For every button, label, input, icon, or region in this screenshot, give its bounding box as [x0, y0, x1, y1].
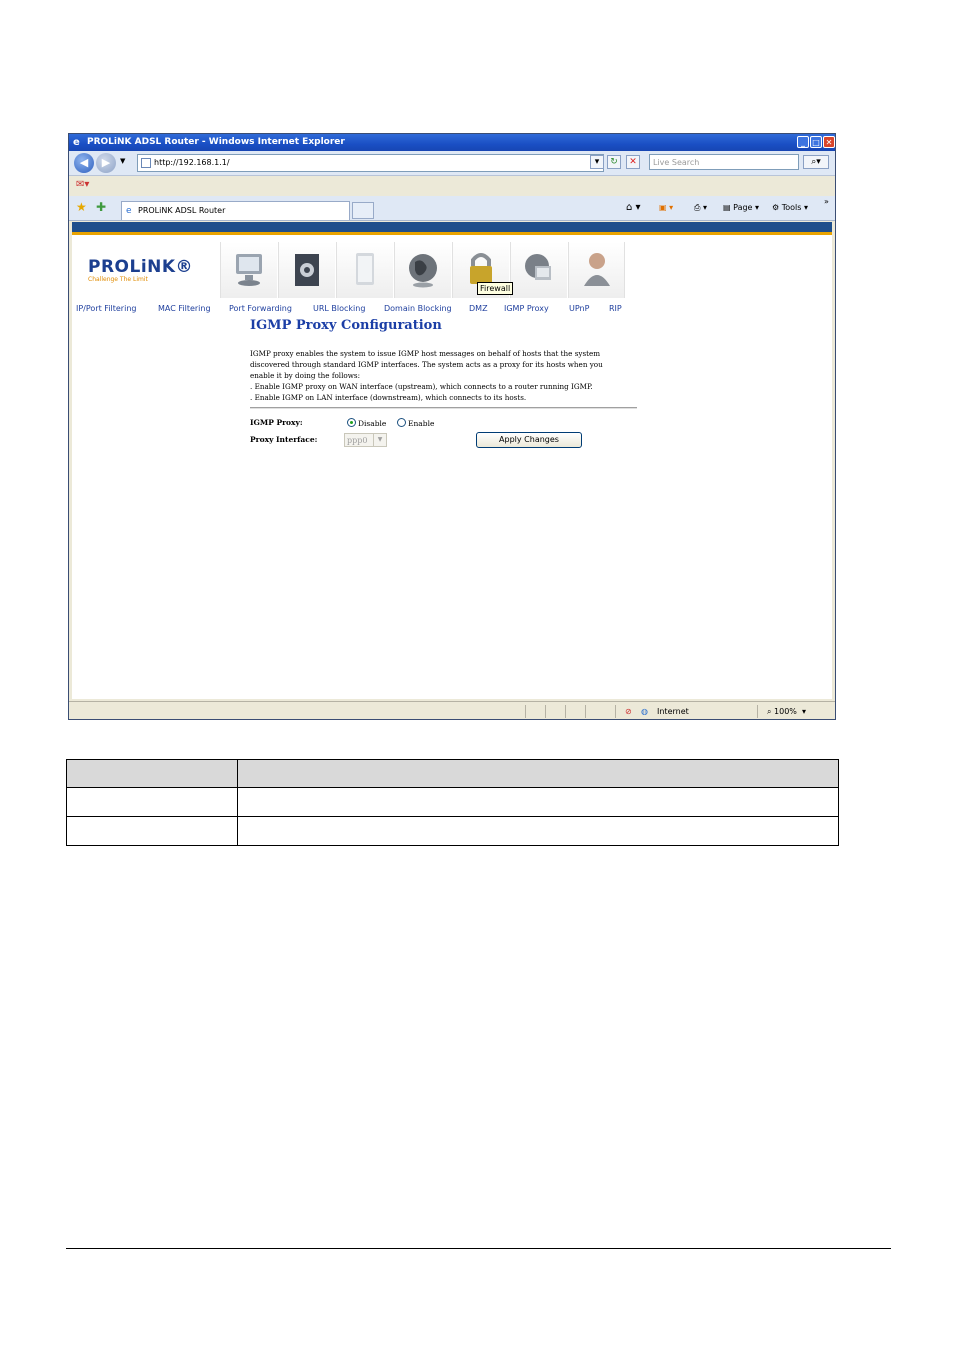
window-title: PROLiNK ADSL Router - Windows Internet E…	[87, 137, 345, 147]
table-cell	[66, 816, 238, 846]
proxy-interface-select[interactable]: ppp0 ▼	[344, 433, 387, 447]
zoom-control[interactable]: ⌕ 100% ▾	[767, 702, 806, 719]
table-cell	[236, 787, 840, 817]
enable-radio-label: Enable	[408, 419, 435, 428]
igmp-form: IGMP Proxy: Disable Enable Proxy Interfa…	[250, 409, 640, 449]
stop-icon[interactable]: ✕	[626, 155, 640, 169]
logo-slogan: Challenge The Limit	[88, 276, 148, 283]
user-admin-icon[interactable]	[568, 242, 625, 298]
footer-rule	[66, 1248, 891, 1249]
parameter-table	[66, 759, 840, 846]
internet-zone-icon: ◍	[641, 707, 648, 716]
firewall-tooltip: Firewall	[477, 282, 514, 295]
zone-label: Internet	[657, 707, 689, 716]
page-menu-label: Page	[733, 203, 753, 212]
subnav-rip[interactable]: RIP	[609, 302, 622, 316]
address-field[interactable]: http://192.168.1.1/	[137, 154, 604, 172]
search-input[interactable]: Live Search	[649, 154, 799, 170]
subnav-upnp[interactable]: UPnP	[569, 302, 589, 316]
maintenance-icon[interactable]	[510, 242, 567, 298]
address-text: http://192.168.1.1/	[154, 158, 230, 167]
search-icon[interactable]: ⌕▾	[803, 155, 829, 169]
page-title: IGMP Proxy Configuration	[250, 318, 442, 333]
address-bar-row: ◀ ▶ ▼ http://192.168.1.1/ ▾ ↻ ✕ Live Sea…	[69, 151, 835, 176]
disable-radio-label: Disable	[358, 419, 387, 428]
zoom-level: 100%	[774, 707, 797, 716]
firewall-subnav: IP/Port Filtering MAC Filtering Port For…	[72, 302, 832, 316]
protected-mode-icon: ⊘	[625, 707, 632, 716]
top-stripe	[72, 222, 832, 235]
subnav-igmp-proxy[interactable]: IGMP Proxy	[504, 302, 549, 316]
subnav-url-blocking[interactable]: URL Blocking	[313, 302, 365, 316]
add-favorite-icon[interactable]: ✚	[96, 200, 106, 214]
prolink-logo: PROLiNK® Challenge The Limit	[88, 257, 193, 283]
description-line: discovered through standard IGMP interfa…	[250, 360, 603, 369]
table-cell	[66, 759, 238, 788]
apply-changes-button[interactable]: Apply Changes	[476, 432, 582, 448]
page-icon	[141, 157, 151, 168]
page-viewport: PROLiNK® Challenge The Limit Firewall IP…	[72, 222, 832, 699]
recent-pages-dropdown-icon[interactable]: ▼	[120, 157, 125, 165]
favorites-star-icon[interactable]: ★	[76, 200, 87, 214]
igmp-proxy-panel: IGMP Proxy Configuration IGMP proxy enab…	[250, 318, 640, 449]
table-cell	[236, 759, 840, 788]
browser-window: e PROLiNK ADSL Router - Windows Internet…	[68, 133, 836, 720]
links-row: ✉▾	[69, 176, 835, 194]
ie-page-icon: e	[126, 206, 132, 216]
table-row	[66, 787, 840, 817]
router-banner: PROLiNK® Challenge The Limit Firewall	[72, 242, 832, 300]
subnav-port-forwarding[interactable]: Port Forwarding	[229, 302, 292, 316]
enable-radio[interactable]	[397, 418, 406, 427]
subnav-dmz[interactable]: DMZ	[469, 302, 488, 316]
igmp-description: IGMP proxy enables the system to issue I…	[250, 348, 640, 403]
chevron-down-icon: ▼	[373, 434, 386, 446]
table-cell	[236, 816, 840, 846]
advanced-icon[interactable]	[336, 242, 393, 298]
maximize-button[interactable]: □	[810, 136, 822, 148]
disable-radio[interactable]	[347, 418, 356, 427]
table-header-row	[66, 759, 840, 788]
description-line: enable it by doing the follows:	[250, 371, 360, 380]
description-line: . Enable IGMP proxy on WAN interface (up…	[250, 382, 593, 391]
table-row	[66, 816, 840, 846]
status-bar: ⊘ ◍ Internet ⌕ 100% ▾	[69, 701, 835, 719]
back-button[interactable]: ◀	[74, 153, 94, 173]
description-line: . Enable IGMP on LAN interface (downstre…	[250, 393, 527, 402]
print-icon[interactable]: ⎙ ▾	[694, 202, 707, 214]
proxy-interface-label: Proxy Interface:	[250, 435, 318, 444]
tools-menu[interactable]: ⚙ Tools ▾	[772, 202, 808, 214]
internet-globe-icon[interactable]	[394, 242, 451, 298]
new-tab-button[interactable]	[352, 202, 374, 219]
subnav-domain-blocking[interactable]: Domain Blocking	[384, 302, 452, 316]
rss-feed-icon[interactable]: ▣ ▾	[659, 202, 673, 214]
feed-icon[interactable]: ✉▾	[76, 179, 89, 190]
tools-menu-label: Tools	[781, 203, 802, 212]
chevron-more-icon[interactable]: »	[824, 196, 829, 208]
refresh-icon[interactable]: ↻	[607, 155, 621, 169]
ie-logo-icon: e	[73, 137, 80, 148]
forward-button[interactable]: ▶	[96, 153, 116, 173]
description-line: IGMP proxy enables the system to issue I…	[250, 349, 601, 358]
subnav-ip-port-filtering[interactable]: IP/Port Filtering	[76, 302, 136, 316]
tab-prolink[interactable]: e PROLiNK ADSL Router	[121, 201, 350, 220]
table-cell	[66, 787, 238, 817]
page-menu[interactable]: ▤ Page ▾	[723, 202, 759, 214]
logo-brand: PROLiNK®	[88, 257, 194, 277]
minimize-button[interactable]: _	[797, 136, 809, 148]
address-dropdown-icon[interactable]: ▾	[590, 155, 604, 169]
tab-row: ★ ✚ e PROLiNK ADSL Router ⌂ ▾ ▣ ▾ ⎙ ▾ ▤ …	[69, 196, 835, 221]
close-button[interactable]: ✕	[823, 136, 835, 148]
proxy-interface-value: ppp0	[347, 436, 368, 445]
subnav-mac-filtering[interactable]: MAC Filtering	[158, 302, 211, 316]
status-icon[interactable]	[220, 242, 277, 298]
igmp-proxy-label: IGMP Proxy:	[250, 418, 303, 427]
home-icon[interactable]: ⌂ ▾	[626, 202, 641, 214]
title-bar: e PROLiNK ADSL Router - Windows Internet…	[69, 134, 835, 151]
setup-icon[interactable]	[278, 242, 335, 298]
tab-label: PROLiNK ADSL Router	[138, 206, 226, 215]
